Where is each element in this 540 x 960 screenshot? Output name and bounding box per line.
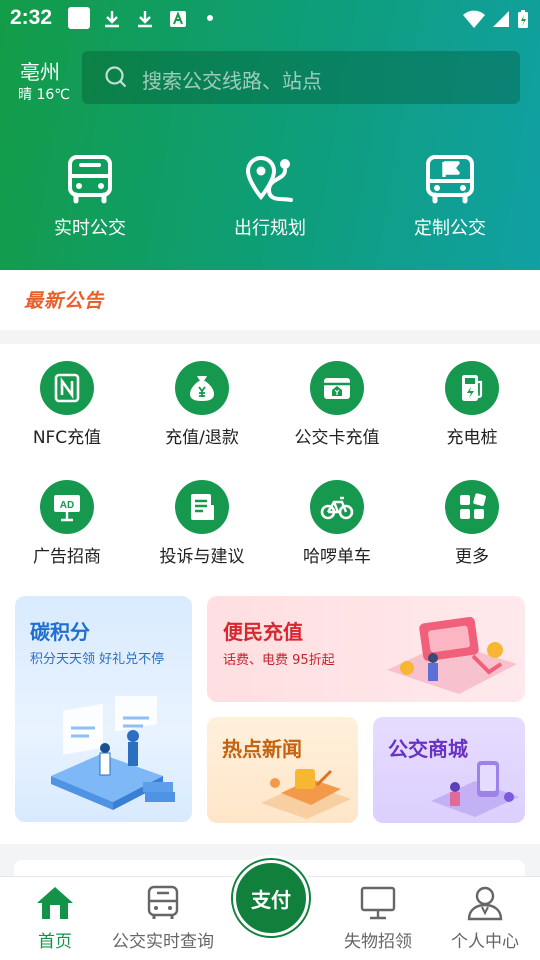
service-recharge-refund[interactable]: 充值/退款 — [142, 361, 262, 448]
status-bar: 2:32 — [0, 0, 540, 36]
user-icon — [467, 886, 503, 921]
announcement-bar[interactable]: 最新公告 — [0, 270, 540, 330]
tab-realtime-bus-query[interactable]: 公交实时查询 — [108, 885, 218, 952]
tab-lost-found[interactable]: 失物招领 — [323, 885, 433, 952]
service-label: 充值/退款 — [165, 428, 239, 448]
bus-icon — [68, 155, 112, 204]
announcement-title: 最新公告 — [24, 290, 105, 312]
feedback-doc-icon — [175, 480, 229, 534]
bus-outline-icon — [147, 885, 179, 919]
card-subtitle: 积分天天领 好礼兑不停 — [30, 652, 165, 667]
quick-action-realtime-bus[interactable]: 实时公交 — [30, 152, 150, 240]
tab-home[interactable]: 首页 — [0, 885, 110, 952]
service-nfc-recharge[interactable]: NFC充值 — [7, 361, 127, 448]
nfc-icon — [40, 361, 94, 415]
service-label: 哈啰单车 — [303, 547, 371, 567]
ad-board-icon: AD — [40, 480, 94, 534]
carbon-illustration — [51, 696, 175, 810]
tab-label: 首页 — [38, 932, 72, 952]
wifi-icon — [463, 10, 485, 28]
quick-action-label: 定制公交 — [414, 218, 486, 239]
recharge-card[interactable]: 便民充值 话费、电费 95折起 — [207, 596, 525, 702]
download-icon — [138, 11, 152, 28]
service-label: 更多 — [455, 547, 489, 567]
quick-action-label: 实时公交 — [54, 218, 126, 239]
money-bag-icon — [175, 361, 229, 415]
monitor-icon — [360, 886, 396, 920]
pay-button[interactable]: 支付 — [228, 855, 314, 941]
service-label: 公交卡充值 — [294, 428, 380, 448]
service-charging-pile[interactable]: 充电桩 — [412, 361, 532, 448]
service-label: 投诉与建议 — [159, 547, 245, 567]
weather-text: 晴 16℃ — [18, 87, 70, 103]
service-advertising[interactable]: AD 广告招商 — [7, 480, 127, 567]
quick-action-trip-planning[interactable]: 出行规划 — [210, 152, 330, 240]
card-title: 便民充值 — [223, 620, 303, 644]
services-panel: NFC充值 充值/退款 公交卡充值 充电桩 AD 广告招商 投诉与建议 哈啰单车… — [0, 344, 540, 844]
notification-app-icon — [68, 7, 90, 29]
route-pin-icon — [245, 155, 293, 202]
service-label: 充电桩 — [446, 428, 498, 448]
service-label: 广告招商 — [33, 547, 101, 567]
service-label: NFC充值 — [32, 428, 102, 448]
tab-label: 公交实时查询 — [112, 932, 214, 952]
service-more[interactable]: 更多 — [412, 480, 532, 567]
search-icon — [105, 66, 127, 88]
more-grid-icon — [445, 480, 499, 534]
service-complaints-suggestions[interactable]: 投诉与建议 — [142, 480, 262, 567]
carbon-points-card[interactable]: 碳积分 积分天天领 好礼兑不停 — [15, 596, 192, 822]
more-notifications-dot — [207, 15, 213, 21]
service-bus-card-recharge[interactable]: 公交卡充值 — [277, 361, 397, 448]
battery-charging-icon — [518, 10, 528, 28]
card-title: 热点新闻 — [222, 737, 302, 761]
home-header: 2:32 亳州 晴 16℃ 搜索公交线路、站点 实时公交 出行规划 定制公交 — [0, 0, 540, 270]
card-title: 碳积分 — [30, 620, 90, 644]
tab-label: 失物招领 — [344, 932, 412, 952]
city-selector[interactable]: 亳州 — [20, 56, 60, 85]
card-subtitle: 话费、电费 95折起 — [223, 653, 335, 668]
card-topup-icon — [310, 361, 364, 415]
quick-action-custom-bus[interactable]: 定制公交 — [390, 152, 510, 240]
search-placeholder: 搜索公交线路、站点 — [142, 69, 322, 93]
mall-illustration — [431, 761, 519, 817]
svg-text:AD: AD — [60, 500, 74, 511]
font-badge-icon — [170, 11, 186, 27]
news-illustration — [261, 769, 351, 819]
tab-user-center[interactable]: 个人中心 — [430, 885, 540, 952]
hot-news-card[interactable]: 热点新闻 — [207, 717, 358, 823]
download-icon — [105, 11, 119, 28]
bicycle-icon — [310, 480, 364, 534]
home-icon — [37, 887, 73, 919]
service-hellobike[interactable]: 哈啰单车 — [277, 480, 397, 567]
status-time: 2:32 — [10, 6, 53, 29]
signal-icon — [493, 11, 509, 27]
charging-pile-icon — [445, 361, 499, 415]
pay-button-label: 支付 — [233, 860, 309, 936]
bus-mall-card[interactable]: 公交商城 — [373, 717, 525, 823]
search-input[interactable]: 搜索公交线路、站点 — [82, 51, 520, 104]
quick-action-label: 出行规划 — [234, 218, 306, 239]
recharge-illustration — [387, 616, 517, 694]
custom-bus-flag-icon — [426, 155, 474, 204]
tab-label: 个人中心 — [451, 932, 519, 952]
